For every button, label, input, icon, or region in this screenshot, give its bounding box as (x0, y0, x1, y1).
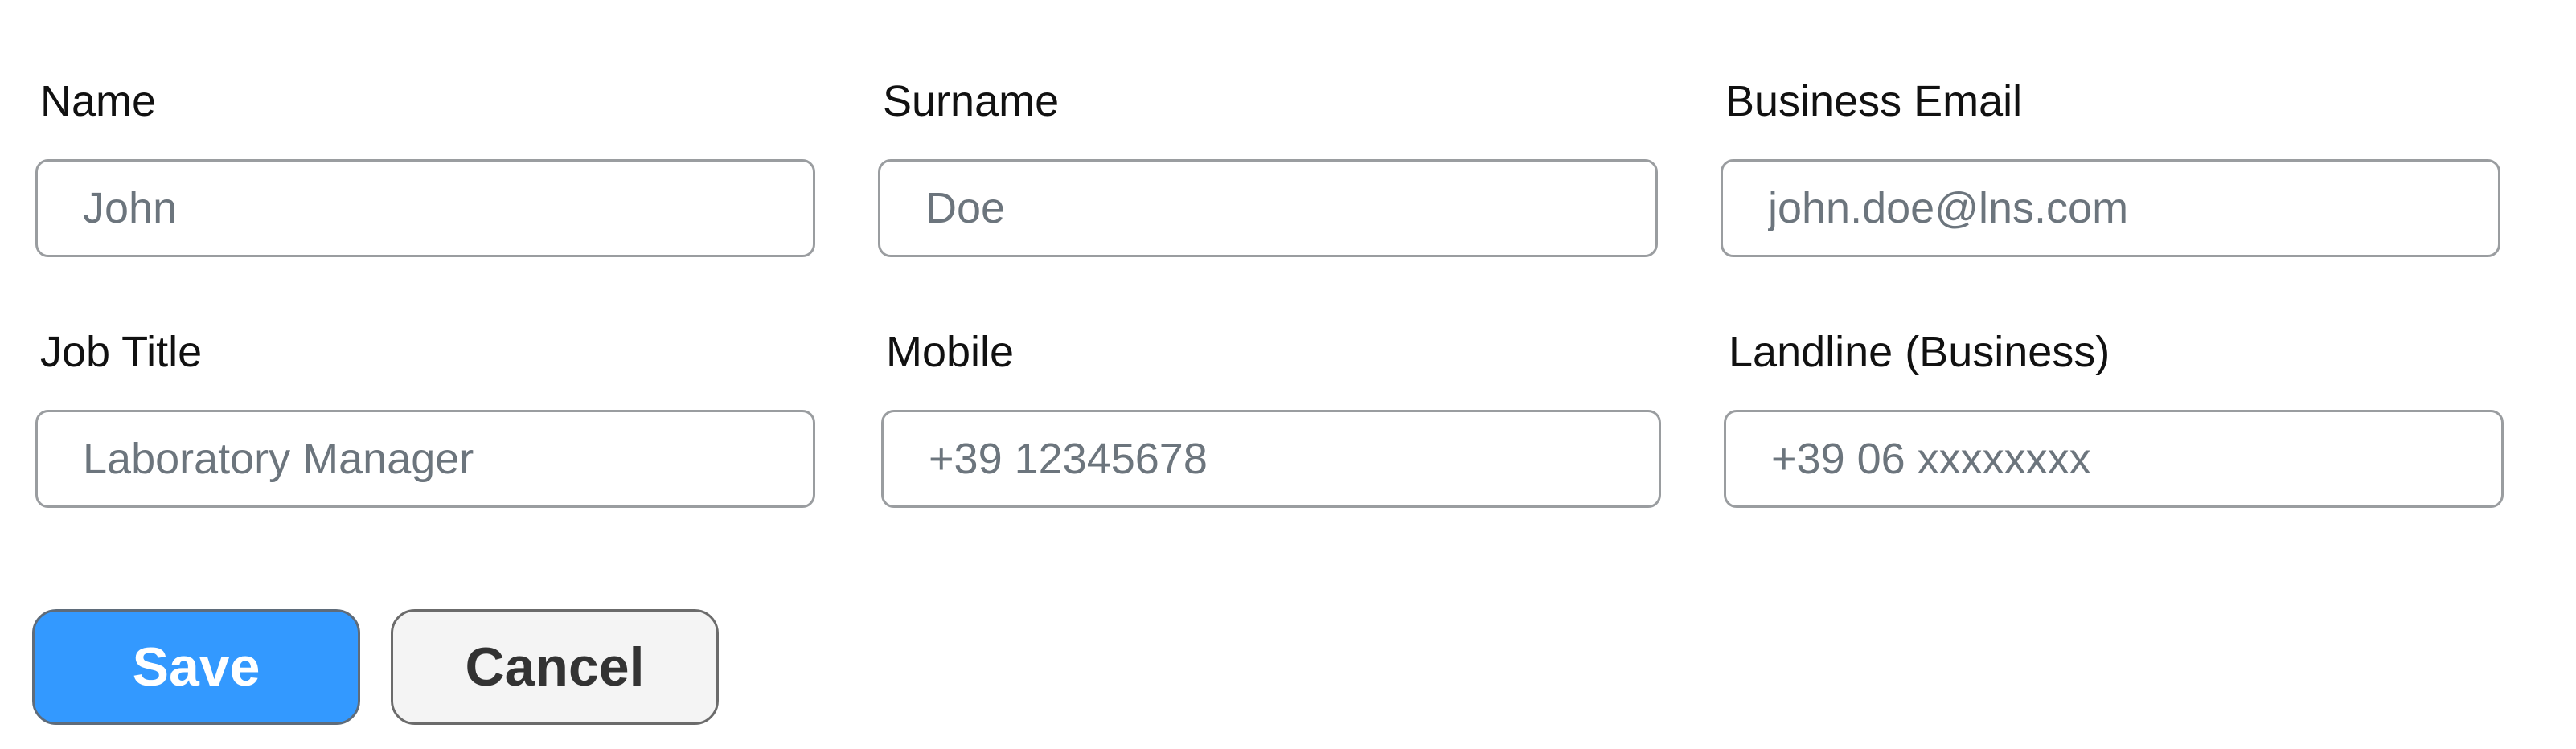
job-title-input[interactable] (35, 410, 815, 508)
name-input[interactable] (35, 159, 815, 257)
surname-input[interactable] (878, 159, 1658, 257)
email-input[interactable] (1721, 159, 2500, 257)
mobile-label: Mobile (886, 328, 1015, 376)
surname-label: Surname (883, 77, 1060, 125)
email-label: Business Email (1725, 77, 2023, 125)
name-label: Name (40, 77, 157, 125)
landline-label: Landline (Business) (1729, 328, 2110, 376)
cancel-button[interactable]: Cancel (391, 609, 719, 725)
job-title-label: Job Title (40, 328, 203, 376)
contact-form: Name Surname Business Email Job Title Mo… (0, 0, 2576, 749)
save-button[interactable]: Save (32, 609, 360, 725)
landline-input[interactable] (1724, 410, 2504, 508)
mobile-input[interactable] (881, 410, 1661, 508)
